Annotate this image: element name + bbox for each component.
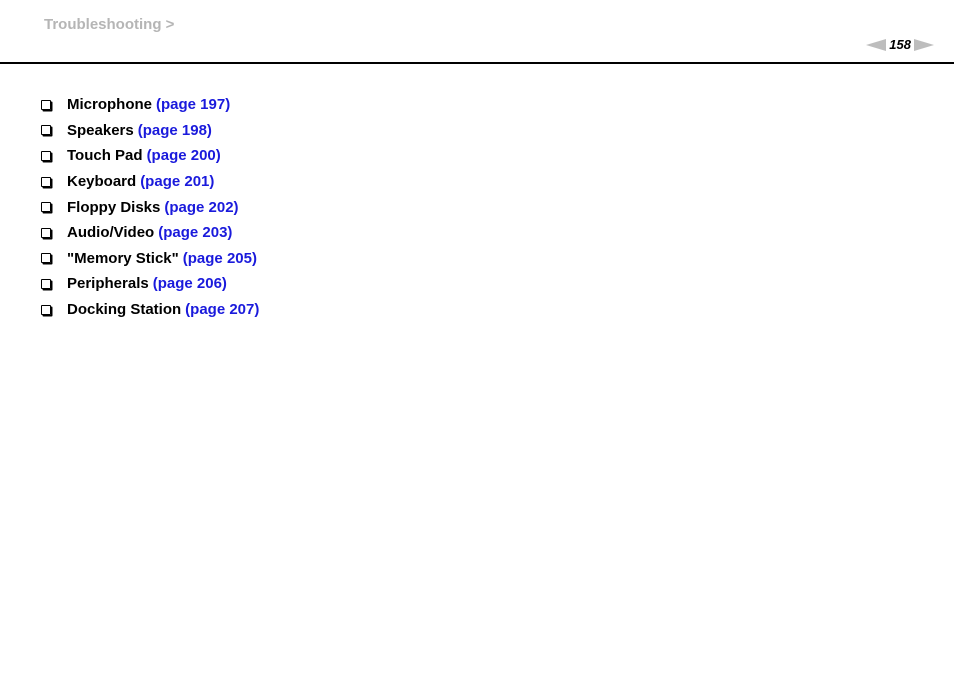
list-item: "Memory Stick" (page 205) (40, 246, 259, 272)
item-label: Touch Pad (67, 147, 143, 165)
breadcrumb[interactable]: Troubleshooting > (44, 16, 174, 33)
page-link[interactable]: (page 200) (147, 147, 221, 164)
checkbox-bullet-icon (41, 253, 51, 264)
list-item: Floppy Disks (page 202) (40, 194, 259, 220)
page-navigator: 158 (866, 37, 934, 52)
checkbox-bullet-icon (41, 227, 51, 238)
list-item: Touch Pad (page 200) (40, 143, 259, 169)
item-label: Keyboard (67, 173, 137, 191)
item-label: Audio/Video (67, 224, 155, 242)
item-label: Floppy Disks (67, 198, 161, 216)
page-link[interactable]: (page 205) (183, 250, 257, 267)
checkbox-bullet-icon (41, 304, 51, 315)
checkbox-bullet-icon (41, 99, 51, 110)
previous-page-arrow-icon[interactable] (866, 38, 887, 51)
page-link[interactable]: (page 197) (156, 96, 230, 113)
page-link[interactable]: (page 207) (185, 301, 259, 318)
page-link[interactable]: (page 198) (138, 122, 212, 139)
item-label: Peripherals (67, 275, 149, 293)
checkbox-bullet-icon (41, 176, 51, 187)
checkbox-bullet-icon (41, 202, 51, 213)
checkbox-bullet-icon (41, 125, 51, 136)
item-label: "Memory Stick" (67, 249, 179, 267)
list-item: Audio/Video (page 203) (40, 220, 259, 246)
list-item: Keyboard (page 201) (40, 169, 259, 195)
topic-list: Microphone (page 197) Speakers (page 198… (40, 92, 259, 322)
item-label: Docking Station (67, 301, 182, 319)
page-link[interactable]: (page 206) (153, 275, 227, 292)
header-divider (0, 62, 954, 64)
page-link[interactable]: (page 201) (140, 173, 214, 190)
page-link[interactable]: (page 202) (164, 199, 238, 216)
next-page-arrow-icon[interactable] (914, 38, 934, 51)
item-label: Speakers (67, 121, 134, 139)
list-item: Docking Station (page 207) (40, 297, 259, 323)
list-item: Speakers (page 198) (40, 118, 259, 144)
checkbox-bullet-icon (41, 278, 51, 289)
checkbox-bullet-icon (41, 150, 51, 161)
list-item: Microphone (page 197) (40, 92, 259, 118)
item-label: Microphone (67, 96, 152, 114)
list-item: Peripherals (page 206) (40, 271, 259, 297)
page-number: 158 (889, 37, 911, 52)
page-link[interactable]: (page 203) (158, 224, 232, 241)
